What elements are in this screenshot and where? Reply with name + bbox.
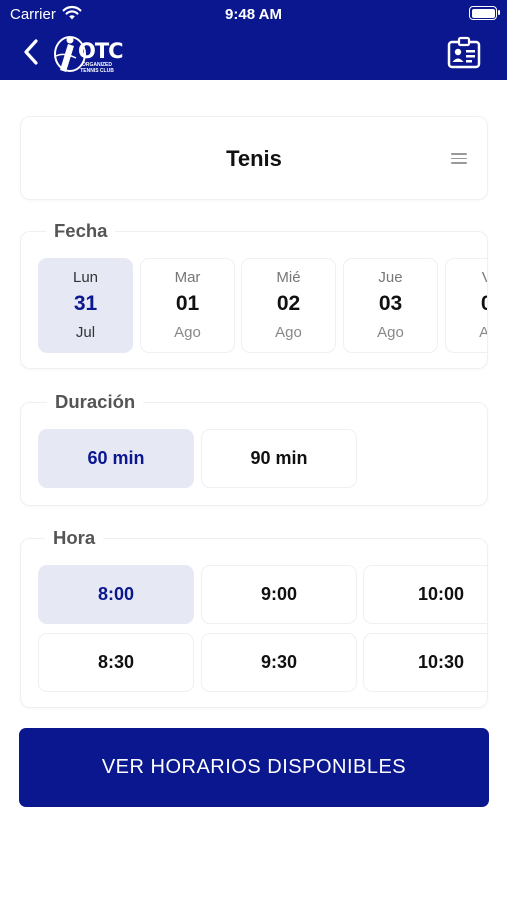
time-section: 8:00 9:00 10:00 8:30 9:30 10:30 [20, 538, 488, 708]
back-button[interactable] [18, 36, 46, 68]
date-month: Ago [174, 324, 201, 341]
view-available-times-button[interactable]: VER HORARIOS DISPONIBLES [19, 728, 489, 807]
battery-icon [469, 6, 500, 20]
date-weekday: Jue [378, 269, 403, 286]
time-option[interactable]: 10:00 [363, 565, 487, 624]
duration-section: 60 min 90 min [20, 402, 488, 506]
status-bar: Carrier 9:48 AM [0, 0, 507, 28]
date-day: 04 [446, 292, 487, 316]
sport-selector[interactable]: Tenis [20, 116, 488, 200]
date-day: 02 [276, 292, 301, 315]
date-tile-2[interactable]: Mié 02 Ago [241, 258, 336, 353]
date-section: Lun 31 Jul Mar 01 Ago Mié 02 Ago Jue 03 … [20, 231, 488, 369]
time-option[interactable]: 9:30 [201, 633, 357, 692]
date-weekday: Vie [446, 269, 487, 286]
date-tile-4[interactable]: Vie 04 Ago [445, 258, 487, 353]
filter-menu-icon [451, 153, 467, 165]
date-day: 31 [73, 292, 98, 315]
date-weekday: Mié [276, 269, 301, 286]
back-chevron-icon [24, 39, 38, 65]
date-weekday: Lun [72, 269, 99, 286]
time-option[interactable]: 10:30 [363, 633, 487, 692]
date-tile-1[interactable]: Mar 01 Ago [140, 258, 235, 353]
id-card-button[interactable] [447, 36, 481, 70]
date-month: Ago [275, 324, 302, 341]
duration-section-label: Duración [47, 391, 144, 413]
logo-text: OTC [78, 39, 124, 63]
time-section-label: Hora [45, 527, 104, 549]
duration-option-60[interactable]: 60 min [38, 429, 194, 488]
status-time: 9:48 AM [225, 6, 282, 23]
time-option[interactable]: 8:30 [38, 633, 194, 692]
duration-option-90[interactable]: 90 min [201, 429, 357, 488]
logo-subtitle: ORGANIZED TENNIS CLUB [80, 62, 114, 74]
date-month: Ago [446, 324, 487, 341]
date-tile-0[interactable]: Lun 31 Jul [38, 258, 133, 353]
time-option[interactable]: 8:00 [38, 565, 194, 624]
id-card-icon [447, 36, 481, 69]
date-tile-3[interactable]: Jue 03 Ago [343, 258, 438, 353]
date-month: Jul [75, 324, 96, 341]
date-day: 01 [175, 292, 200, 315]
club-logo: OTC ORGANIZED TENNIS CLUB [50, 32, 124, 76]
date-day: 03 [378, 292, 403, 315]
sport-title: Tenis [226, 146, 282, 171]
date-weekday: Mar [174, 269, 201, 286]
date-section-label: Fecha [46, 220, 116, 242]
date-month: Ago [377, 324, 404, 341]
time-option[interactable]: 9:00 [201, 565, 357, 624]
nav-bar: OTC ORGANIZED TENNIS CLUB [0, 28, 507, 80]
